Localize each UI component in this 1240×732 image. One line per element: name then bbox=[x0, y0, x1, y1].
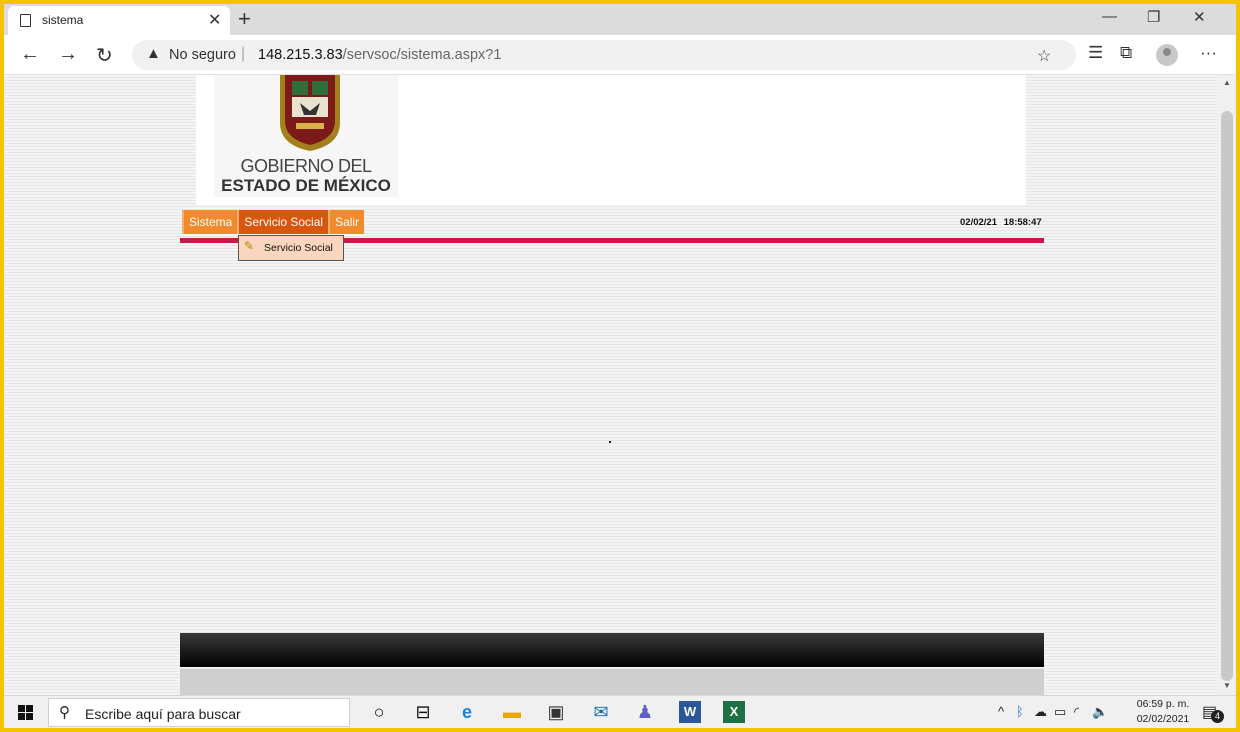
mail-icon[interactable]: ✉ bbox=[590, 701, 612, 723]
date-time: 02/02/21 18:58:47 bbox=[960, 217, 1042, 228]
clock-date[interactable]: 02/02/2021 bbox=[1128, 713, 1198, 725]
page-icon bbox=[20, 14, 31, 27]
menu-item-servicio-social[interactable]: Servicio Social bbox=[237, 210, 329, 234]
refresh-button[interactable]: ↻ bbox=[96, 43, 113, 68]
new-tab-button[interactable]: + bbox=[238, 6, 251, 32]
clock-time[interactable]: 06:59 p. m. bbox=[1128, 698, 1198, 710]
url-text[interactable]: 148.215.3.83/servsoc/sistema.aspx?1 bbox=[258, 47, 501, 63]
search-icon: ⚲ bbox=[59, 704, 70, 721]
taskbar-search[interactable]: ⚲ Escribe aquí para buscar bbox=[48, 698, 350, 727]
url-separator: | bbox=[241, 45, 246, 62]
vertical-scrollbar[interactable]: ▲ ▼ bbox=[1218, 75, 1236, 695]
scroll-down-icon[interactable]: ▼ bbox=[1223, 681, 1231, 690]
coat-of-arms-icon bbox=[280, 75, 340, 151]
wifi-icon[interactable]: ◜ bbox=[1074, 704, 1079, 720]
tray-expand-icon[interactable]: ^ bbox=[998, 704, 1004, 719]
menu-item-sistema[interactable]: Sistema bbox=[182, 210, 238, 234]
pencil-icon: ✎ bbox=[244, 239, 255, 253]
logo-line1: GOBIERNO DEL bbox=[240, 156, 372, 176]
store-icon[interactable]: ▣ bbox=[545, 701, 567, 723]
battery-icon[interactable]: ▭ bbox=[1054, 704, 1066, 720]
address-bar[interactable]: ▲ No seguro | 148.215.3.83/servsoc/siste… bbox=[132, 40, 1076, 70]
time-text: 18:58:47 bbox=[1003, 217, 1042, 228]
search-placeholder: Escribe aquí para buscar bbox=[85, 706, 241, 722]
scroll-thumb[interactable] bbox=[1221, 111, 1233, 681]
forward-button[interactable]: → bbox=[58, 43, 78, 66]
file-explorer-icon[interactable]: ▬ bbox=[501, 701, 523, 723]
favorites-icon[interactable]: ☰ bbox=[1088, 43, 1103, 63]
dot-mark bbox=[609, 441, 611, 443]
browser-toolbar: ← → ↻ ▲ No seguro | 148.215.3.83/servsoc… bbox=[4, 35, 1236, 75]
browser-tab[interactable]: sistema ✕ bbox=[8, 6, 230, 35]
page-footer-bar bbox=[180, 633, 1044, 667]
tab-title: sistema bbox=[42, 13, 84, 27]
bluetooth-icon[interactable]: ᛒ bbox=[1016, 704, 1024, 719]
submenu-dropdown[interactable]: ✎ Servicio Social bbox=[238, 235, 344, 261]
onedrive-icon[interactable]: ☁ bbox=[1034, 704, 1047, 720]
collections-icon[interactable]: ⧉ bbox=[1120, 43, 1132, 63]
tab-close-icon[interactable]: ✕ bbox=[208, 10, 221, 30]
government-logo: GOBIERNO DEL ESTADO DE MÉXICO bbox=[214, 75, 398, 197]
profile-avatar-icon[interactable] bbox=[1156, 44, 1178, 66]
windows-taskbar: ⚲ Escribe aquí para buscar ○ ⊟ e ▬ ▣ ✉ ♟… bbox=[4, 695, 1236, 728]
page-viewport: GOBIERNO DEL ESTADO DE MÉXICO Sistema Se… bbox=[4, 75, 1218, 695]
page-footer-panel bbox=[180, 668, 1044, 695]
page-header: GOBIERNO DEL ESTADO DE MÉXICO bbox=[196, 75, 1026, 205]
teams-icon[interactable]: ♟ bbox=[634, 701, 656, 723]
windows-start-icon[interactable] bbox=[18, 705, 33, 720]
browser-window: sistema ✕ + — ❐ ✕ ← → ↻ ▲ No seguro | 14… bbox=[4, 4, 1236, 728]
word-icon[interactable]: W bbox=[679, 701, 701, 723]
tab-strip: sistema ✕ + — ❐ ✕ bbox=[4, 4, 1236, 35]
edge-icon[interactable]: e bbox=[456, 701, 478, 723]
close-window-button[interactable]: ✕ bbox=[1193, 8, 1206, 26]
cortana-icon[interactable]: ○ bbox=[368, 701, 390, 723]
url-host: 148.215.3.83 bbox=[258, 47, 343, 63]
add-favorite-icon[interactable]: ☆ bbox=[1037, 46, 1051, 66]
submenu-item-servicio-social[interactable]: Servicio Social bbox=[264, 242, 333, 254]
excel-icon[interactable]: X bbox=[723, 701, 745, 723]
volume-icon[interactable]: 🔈 bbox=[1092, 704, 1108, 720]
main-menu: Sistema Servicio Social Salir bbox=[182, 210, 365, 235]
date-text: 02/02/21 bbox=[960, 217, 997, 228]
scroll-up-icon[interactable]: ▲ bbox=[1223, 78, 1231, 87]
menu-item-salir[interactable]: Salir bbox=[328, 210, 365, 234]
logo-line2: ESTADO DE MÉXICO bbox=[221, 176, 391, 195]
more-options-icon[interactable]: ··· bbox=[1200, 43, 1217, 63]
task-view-icon[interactable]: ⊟ bbox=[412, 701, 434, 723]
restore-button[interactable]: ❐ bbox=[1147, 8, 1160, 26]
notification-count: 4 bbox=[1211, 710, 1224, 723]
warning-icon[interactable]: ▲ bbox=[146, 45, 161, 62]
url-path: /servsoc/sistema.aspx?1 bbox=[342, 47, 502, 63]
security-label[interactable]: No seguro bbox=[169, 47, 236, 63]
minimize-button[interactable]: — bbox=[1102, 8, 1117, 25]
back-button[interactable]: ← bbox=[20, 43, 40, 66]
